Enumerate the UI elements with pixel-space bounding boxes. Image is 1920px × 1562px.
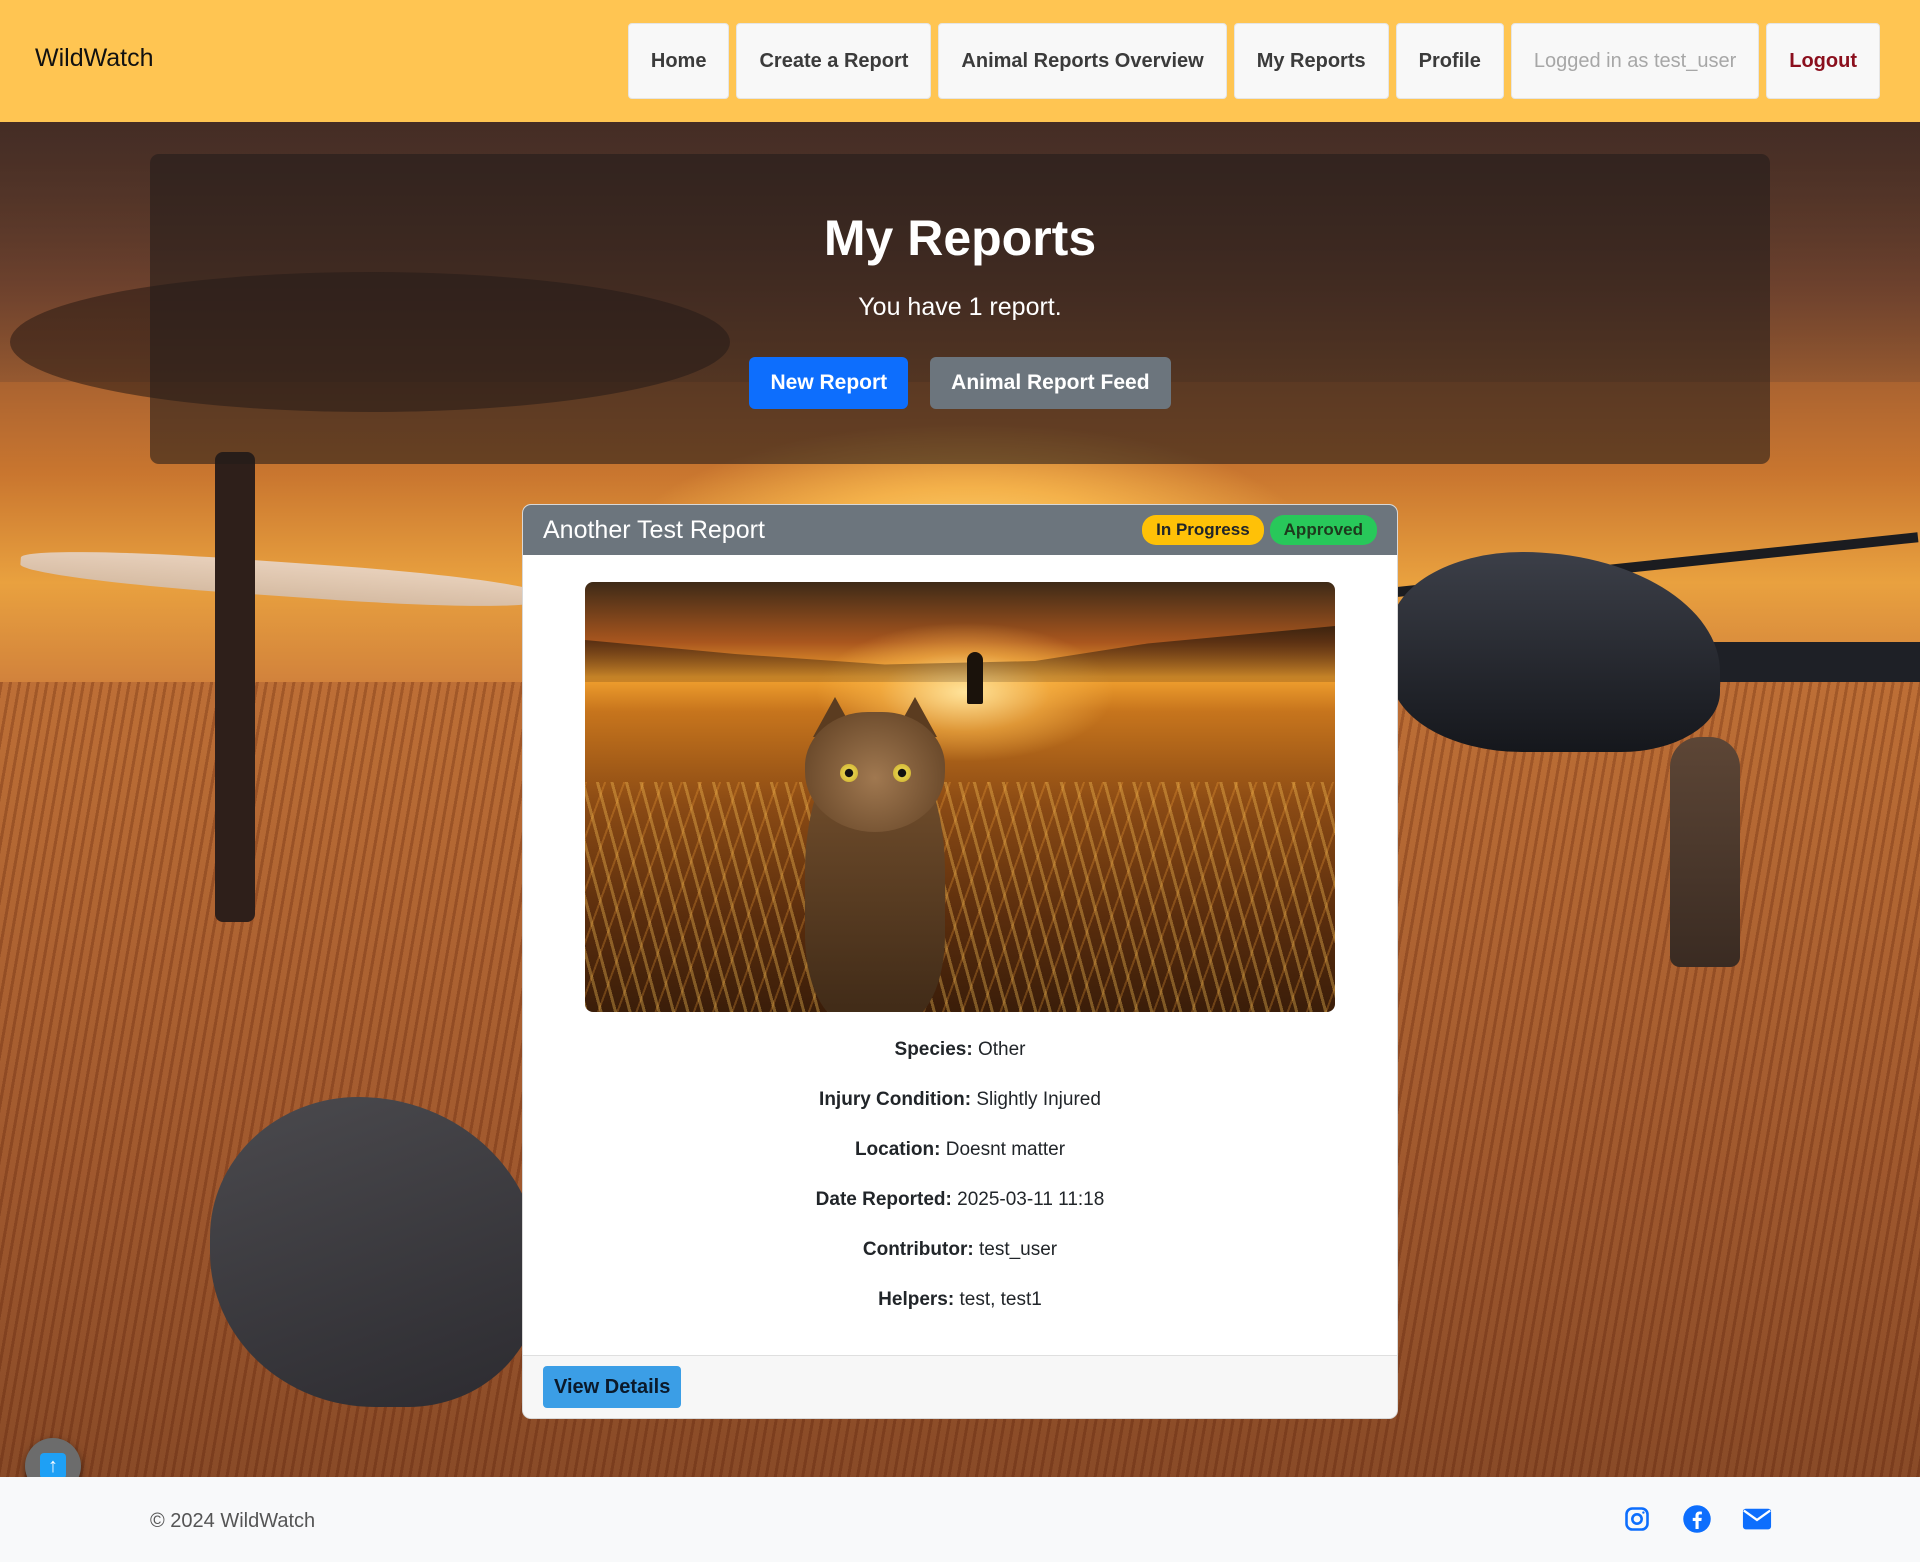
nav-home[interactable]: Home bbox=[627, 23, 730, 99]
report-card-footer: View Details bbox=[523, 1355, 1397, 1418]
hero-actions: New Report Animal Report Feed bbox=[150, 357, 1770, 409]
detail-value: Doesnt matter bbox=[945, 1139, 1066, 1160]
footer: © 2024 WildWatch bbox=[0, 1477, 1920, 1562]
detail-label: Location: bbox=[854, 1139, 941, 1160]
copyright-text: © 2024 WildWatch bbox=[150, 1510, 316, 1532]
detail-label: Helpers: bbox=[878, 1289, 955, 1310]
approval-badge: Approved bbox=[1269, 515, 1377, 545]
detail-label: Date Reported: bbox=[815, 1189, 952, 1210]
report-title: Another Test Report bbox=[543, 515, 765, 544]
nav-my-reports[interactable]: My Reports bbox=[1233, 23, 1389, 99]
detail-value: Slightly Injured bbox=[976, 1089, 1101, 1110]
report-image bbox=[585, 582, 1335, 1012]
detail-date-reported: Date Reported: 2025-03-11 11:18 bbox=[523, 1175, 1397, 1225]
social-links bbox=[1622, 1504, 1772, 1534]
logged-in-status: Logged in as test_user bbox=[1510, 23, 1760, 99]
detail-value: Other bbox=[977, 1039, 1026, 1060]
detail-label: Species: bbox=[894, 1039, 973, 1060]
detail-value: test, test1 bbox=[959, 1289, 1042, 1310]
detail-value: 2025-03-11 11:18 bbox=[957, 1189, 1105, 1210]
page-title: My Reports bbox=[823, 210, 1097, 266]
detail-contributor: Contributor: test_user bbox=[523, 1225, 1397, 1275]
status-badge: In Progress bbox=[1142, 515, 1264, 545]
new-report-button[interactable]: New Report bbox=[749, 357, 909, 409]
detail-helpers: Helpers: test, test1 bbox=[523, 1275, 1397, 1325]
nav-reports-overview[interactable]: Animal Reports Overview bbox=[938, 23, 1227, 99]
nav-create-report[interactable]: Create a Report bbox=[736, 23, 932, 99]
report-count-text: You have 1 report. bbox=[858, 293, 1062, 321]
detail-label: Contributor: bbox=[862, 1239, 974, 1260]
envelope-icon[interactable] bbox=[1742, 1504, 1772, 1534]
detail-location: Location: Doesnt matter bbox=[523, 1125, 1397, 1175]
brand-link[interactable]: WildWatch bbox=[35, 44, 154, 73]
arrow-up-icon: ↑ bbox=[40, 1453, 66, 1479]
nav-menu: Home Create a Report Animal Reports Over… bbox=[627, 23, 1880, 99]
instagram-icon[interactable] bbox=[1622, 1504, 1652, 1534]
animal-report-feed-button[interactable]: Animal Report Feed bbox=[930, 357, 1171, 409]
detail-value: test_user bbox=[978, 1239, 1058, 1260]
navbar: WildWatch Home Create a Report Animal Re… bbox=[0, 0, 1920, 122]
view-details-button[interactable]: View Details bbox=[543, 1366, 682, 1408]
report-details: Species: Other Injury Condition: Slightl… bbox=[523, 1025, 1397, 1325]
detail-label: Injury Condition: bbox=[819, 1089, 972, 1110]
report-card: Another Test Report In Progress Approved… bbox=[522, 504, 1398, 1419]
report-card-header: Another Test Report In Progress Approved bbox=[523, 505, 1397, 555]
nav-profile[interactable]: Profile bbox=[1395, 23, 1504, 99]
my-reports-hero: My Reports You have 1 report. New Report… bbox=[150, 154, 1770, 464]
logout-button[interactable]: Logout bbox=[1766, 23, 1880, 99]
facebook-icon[interactable] bbox=[1682, 1504, 1712, 1534]
detail-species: Species: Other bbox=[523, 1025, 1397, 1075]
detail-injury-condition: Injury Condition: Slightly Injured bbox=[523, 1075, 1397, 1125]
